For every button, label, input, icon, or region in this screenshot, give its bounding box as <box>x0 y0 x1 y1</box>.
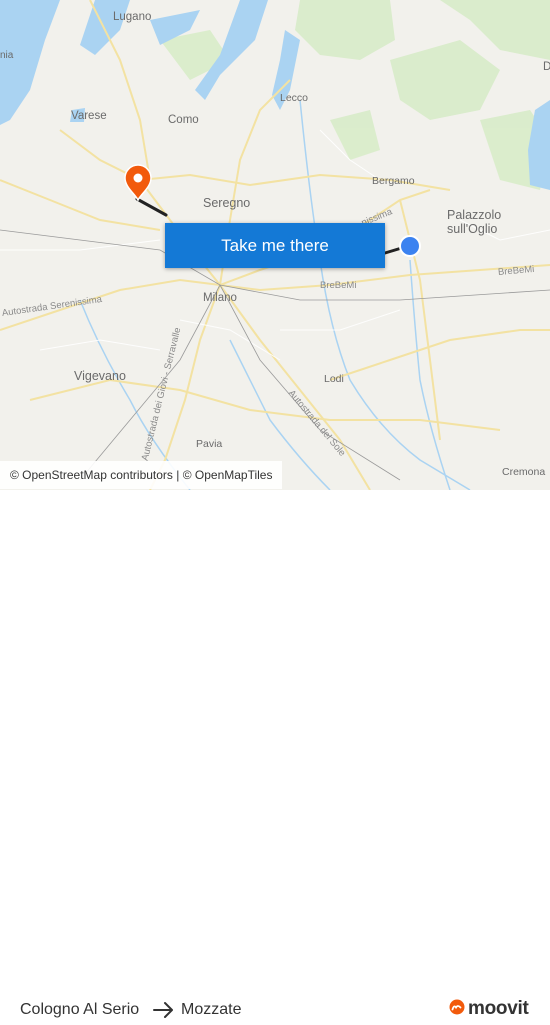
place-label-lugano: Lugano <box>113 11 152 23</box>
place-label-cremona: Cremona <box>502 466 546 478</box>
map-pin-icon <box>124 164 152 202</box>
moovit-logo-icon <box>449 999 465 1020</box>
map[interactable]: Lugano Varese Como Lecco Bergamo Palazzo… <box>0 0 550 490</box>
place-label-pavia: Pavia <box>196 438 223 450</box>
road-label-brebemi-west: BreBeMi <box>320 280 357 291</box>
map-attribution[interactable]: © OpenStreetMap contributors | © OpenMap… <box>0 461 283 489</box>
arrow-right-icon <box>152 1000 176 1025</box>
place-label-edge-west: nia <box>0 50 14 61</box>
route-origin: Cologno Al Serio <box>20 1001 140 1018</box>
take-me-there-button[interactable]: Take me there <box>165 223 385 268</box>
place-label-bergamo: Bergamo <box>372 175 415 187</box>
place-label-lodi: Lodi <box>324 373 344 385</box>
place-label-vigevano: Vigevano <box>74 369 126 383</box>
moovit-logo[interactable]: moovit <box>449 998 529 1020</box>
place-label-milano: Milano <box>203 292 237 304</box>
place-label-seregno: Seregno <box>203 196 251 210</box>
route-footer: Cologno Al Serio Mozzate moovit <box>0 490 550 1019</box>
moovit-wordmark: moovit <box>468 998 529 1019</box>
route-destination: Mozzate <box>181 1001 242 1018</box>
place-label-edge-east: D <box>543 61 550 73</box>
origin-dot <box>399 235 421 257</box>
place-label-lecco: Lecco <box>280 92 309 104</box>
place-label-palazzolo: Palazzolo sull'Oglio <box>447 208 502 237</box>
place-label-como: Como <box>168 114 199 126</box>
green-areas <box>160 0 550 190</box>
place-label-varese: Varese <box>71 110 107 122</box>
